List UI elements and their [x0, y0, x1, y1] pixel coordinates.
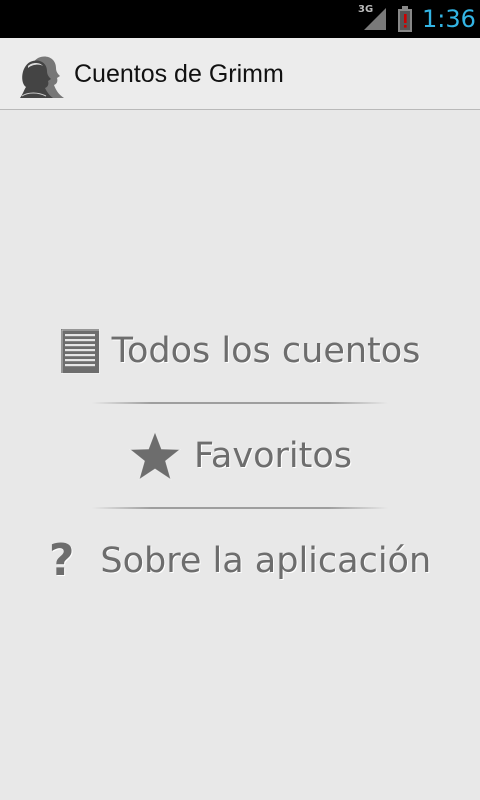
star-icon [128, 430, 182, 482]
grimm-brothers-portrait-icon[interactable] [18, 50, 68, 100]
signal-icon: 3G [358, 4, 388, 32]
menu-item-all-stories[interactable]: Todos los cuentos [0, 306, 480, 396]
divider [92, 507, 388, 509]
menu-item-label: Favoritos [194, 436, 352, 476]
status-time: 1:36 [422, 5, 476, 33]
question-mark-icon: ? [48, 535, 75, 586]
battery-alert-icon [397, 6, 413, 32]
action-bar: Cuentos de Grimm [0, 38, 480, 110]
menu-item-label: Sobre la aplicación [100, 541, 432, 581]
menu-item-label: Todos los cuentos [111, 331, 421, 371]
app-title: Cuentos de Grimm [74, 60, 284, 88]
status-bar: 3G 1:36 [0, 0, 480, 38]
menu-item-about[interactable]: ? Sobre la aplicación [0, 516, 480, 606]
divider [92, 402, 388, 404]
main-menu: Todos los cuentos Favoritos ? Sobre la a… [0, 110, 480, 800]
document-list-icon [60, 328, 100, 374]
menu-item-favorites[interactable]: Favoritos [0, 411, 480, 501]
